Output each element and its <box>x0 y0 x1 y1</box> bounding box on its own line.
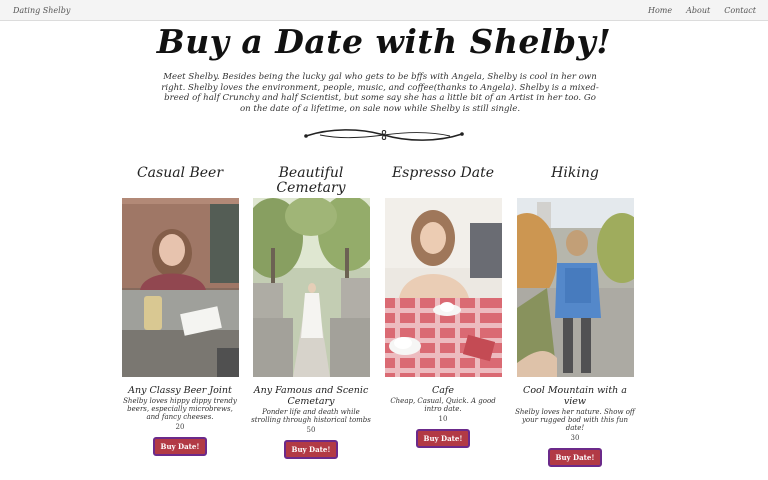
card-description: Ponder life and death while strolling th… <box>251 408 371 424</box>
card-price: 10 <box>438 415 448 423</box>
card-heading: Casual Beer <box>136 165 224 181</box>
intro-paragraph: Meet Shelby. Besides being the lucky gal… <box>161 72 599 114</box>
card-heading: Espresso Date <box>391 165 495 181</box>
flourish-divider <box>304 129 464 141</box>
date-card-hiking: Hiking Cool Mountain with a view Shelby … <box>511 166 639 467</box>
date-card-casual-beer: Casual Beer Any Classy Beer Joint Shelby… <box>116 166 244 456</box>
page-title: Buy a Date with Shelby! <box>156 22 612 61</box>
card-price: 30 <box>570 434 580 442</box>
date-card-beautiful-cemetary: Beautiful Cemetary Any Famous and Scenic… <box>247 166 375 459</box>
card-heading: Hiking <box>551 165 599 181</box>
nav-contact-link[interactable]: Contact <box>724 6 756 15</box>
brand-link[interactable]: Dating Shelby <box>13 6 70 15</box>
cemetery-photo <box>252 198 370 377</box>
card-heading: Beautiful Cemetary <box>276 165 346 196</box>
buy-date-button[interactable]: Buy Date! <box>415 429 471 448</box>
card-title: Any Classy Beer Joint <box>128 385 232 396</box>
nav-links: Home About Contact <box>648 6 756 15</box>
card-title: Any Famous and Scenic Cemetary <box>253 385 369 407</box>
card-title: Cool Mountain with a view <box>523 385 627 407</box>
buy-date-button[interactable]: Buy Date! <box>547 448 603 467</box>
card-price: 50 <box>306 426 316 434</box>
buy-date-button[interactable]: Buy Date! <box>283 440 339 459</box>
hiking-photo <box>516 198 634 377</box>
card-description: Shelby loves her nature. Show off your r… <box>515 408 635 432</box>
card-title: Cafe <box>431 385 455 396</box>
card-description: Cheap, Casual, Quick. A good intro date. <box>390 397 496 413</box>
espresso-photo <box>384 198 502 377</box>
date-card-espresso-date: Espresso Date Cafe Cheap, Casual, Quick.… <box>379 166 507 448</box>
card-price: 20 <box>175 423 185 431</box>
card-description: Shelby loves hippy dippy trendy beers, e… <box>123 397 237 421</box>
navbar: Dating Shelby Home About Contact <box>0 0 768 21</box>
buy-date-button[interactable]: Buy Date! <box>152 437 208 456</box>
nav-about-link[interactable]: About <box>686 6 710 15</box>
nav-home-link[interactable]: Home <box>648 6 672 15</box>
beer-photo <box>121 198 239 377</box>
